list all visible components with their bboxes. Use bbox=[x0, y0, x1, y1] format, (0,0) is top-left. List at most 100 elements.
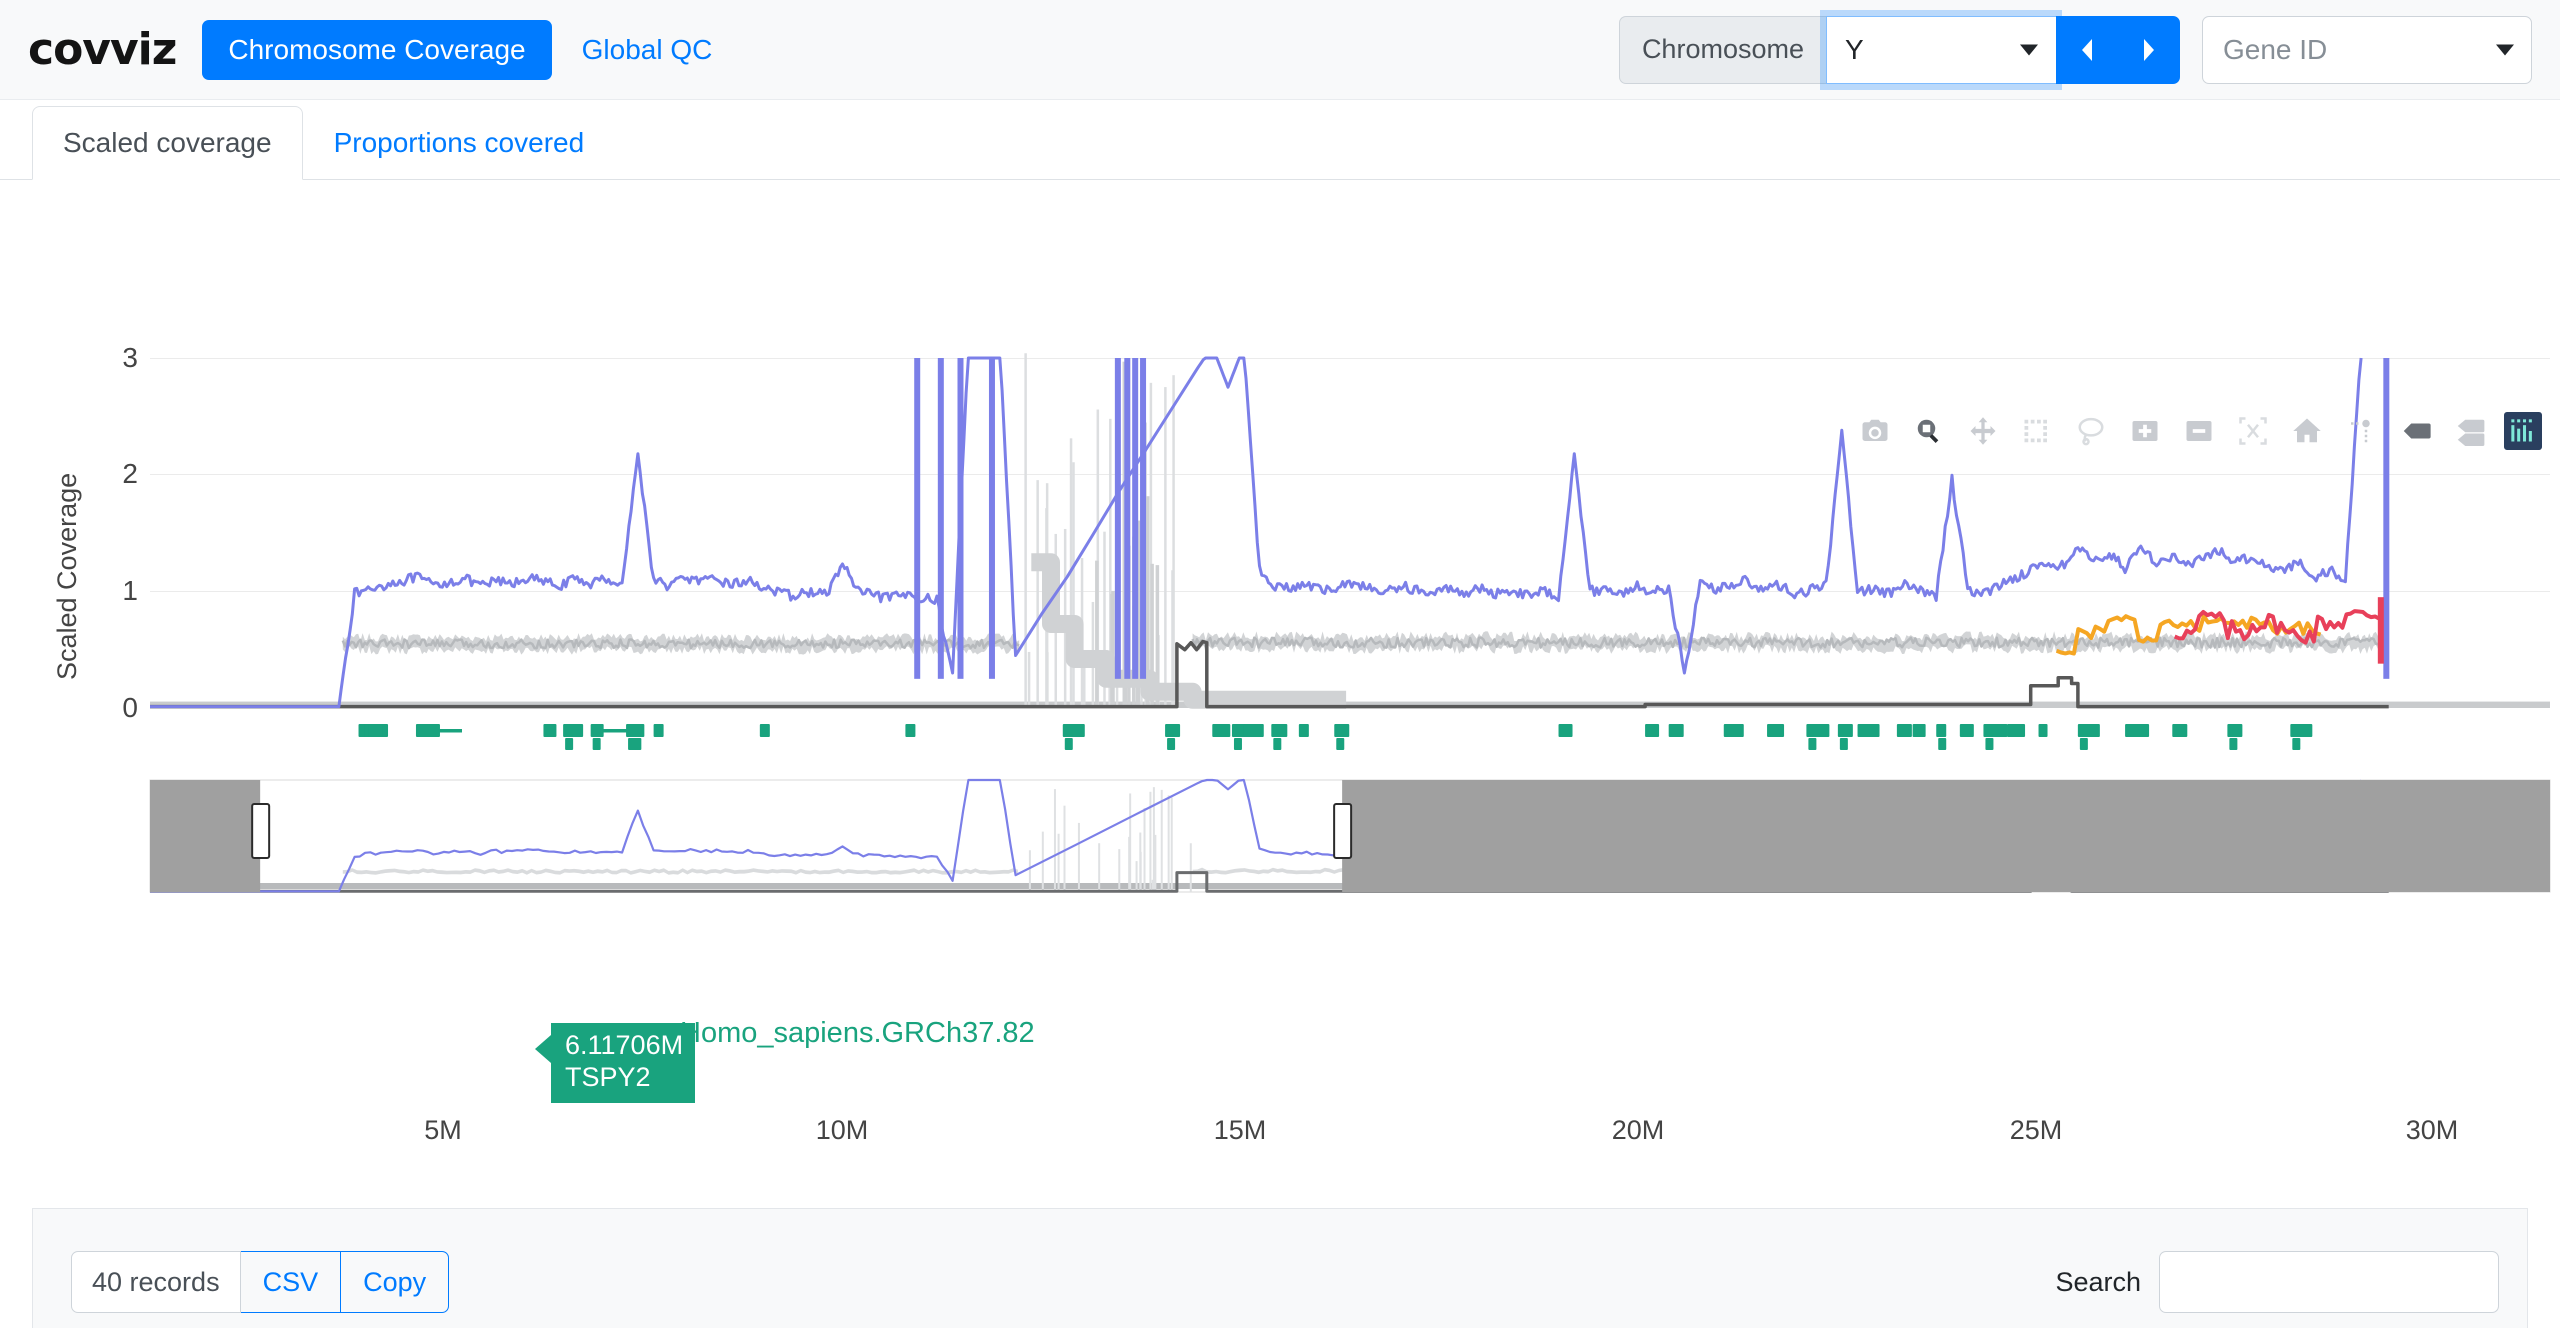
table-search-group: Search bbox=[2055, 1251, 2499, 1313]
gene-marker[interactable] bbox=[592, 738, 601, 750]
gene-marker[interactable] bbox=[2038, 724, 2048, 737]
gene-marker[interactable] bbox=[633, 738, 642, 750]
gene-marker[interactable] bbox=[1243, 724, 1264, 737]
gene-marker[interactable] bbox=[905, 724, 916, 737]
gene-marker[interactable] bbox=[368, 724, 383, 737]
chromosome-input-group: Chromosome Y bbox=[1618, 15, 2180, 84]
gene-marker[interactable] bbox=[1668, 724, 1684, 737]
rangeslider-handle-right[interactable] bbox=[1333, 803, 1353, 859]
rangeslider-mask-right[interactable] bbox=[1342, 780, 2550, 892]
next-chromosome-button[interactable] bbox=[2118, 15, 2180, 84]
rangeslider-mask-left[interactable] bbox=[150, 780, 261, 892]
gene-marker[interactable] bbox=[1167, 738, 1176, 750]
gene-marker[interactable] bbox=[2229, 738, 2238, 750]
gene-marker[interactable] bbox=[1062, 724, 1085, 737]
hover-closest-icon[interactable] bbox=[2396, 412, 2434, 450]
hover-compare-icon[interactable] bbox=[2450, 412, 2488, 450]
purple-spike bbox=[937, 358, 944, 679]
rangeslider-noise bbox=[1139, 832, 1142, 892]
autoscale-icon[interactable] bbox=[2234, 412, 2272, 450]
brand-logo[interactable]: covviz bbox=[28, 24, 177, 75]
gene-marker[interactable] bbox=[1806, 724, 1830, 737]
gene-marker[interactable] bbox=[1165, 724, 1181, 737]
gene-marker[interactable] bbox=[2290, 724, 2313, 737]
chromosome-label: Chromosome bbox=[1618, 15, 1826, 84]
table-export-button-group: 40 records CSV Copy bbox=[71, 1251, 450, 1313]
gene-marker[interactable] bbox=[1808, 738, 1817, 750]
gene-marker[interactable] bbox=[2077, 724, 2100, 737]
rangeslider-noise bbox=[1170, 797, 1173, 892]
purple-spike bbox=[1132, 358, 1139, 679]
gene-marker[interactable] bbox=[1767, 724, 1785, 737]
nav-global-qc[interactable]: Global QC bbox=[558, 20, 737, 80]
gene-marker[interactable] bbox=[2227, 724, 2243, 737]
gene-marker[interactable] bbox=[1936, 724, 1947, 737]
gene-marker[interactable] bbox=[1298, 724, 1309, 737]
box-select-icon[interactable] bbox=[2018, 412, 2056, 450]
gene-marker[interactable] bbox=[543, 724, 557, 737]
gene-marker[interactable] bbox=[653, 724, 664, 737]
export-csv-button[interactable]: CSV bbox=[240, 1251, 342, 1313]
red-end-spike bbox=[2377, 597, 2384, 664]
gene-marker[interactable] bbox=[1064, 738, 1073, 750]
copy-button[interactable]: Copy bbox=[341, 1251, 450, 1313]
gene-marker[interactable] bbox=[1273, 738, 1282, 750]
purple-spike bbox=[988, 358, 995, 679]
gene-marker[interactable] bbox=[1985, 738, 1994, 750]
previous-chromosome-button[interactable] bbox=[2056, 15, 2118, 84]
gene-marker[interactable] bbox=[2125, 724, 2150, 737]
reset-axes-home-icon[interactable] bbox=[2288, 412, 2326, 450]
gene-marker[interactable] bbox=[1212, 724, 1231, 737]
gene-marker[interactable] bbox=[1959, 724, 1974, 737]
purple-spike bbox=[957, 358, 964, 679]
gene-marker[interactable] bbox=[563, 724, 584, 737]
gene-id-select[interactable]: Gene ID bbox=[2202, 15, 2532, 84]
nav-chromosome-coverage[interactable]: Chromosome Coverage bbox=[202, 19, 552, 80]
zoom-in-icon[interactable] bbox=[2126, 412, 2164, 450]
gene-marker[interactable] bbox=[2172, 724, 2188, 737]
chromosome-select-wrap: Y bbox=[1826, 15, 2056, 84]
records-count-button[interactable]: 40 records bbox=[71, 1251, 241, 1313]
gene-marker[interactable] bbox=[1271, 724, 1288, 737]
centromere-noise-bar bbox=[1036, 480, 1039, 708]
zoom-icon[interactable] bbox=[1910, 412, 1948, 450]
gene-marker[interactable] bbox=[1723, 724, 1744, 737]
download-camera-icon[interactable] bbox=[1856, 412, 1894, 450]
gene-marker[interactable] bbox=[1938, 738, 1947, 750]
tooltip-position: 6.11706M bbox=[565, 1030, 684, 1060]
rangeslider-noise bbox=[1154, 834, 1157, 892]
gene-marker[interactable] bbox=[2079, 738, 2088, 750]
gene-marker[interactable] bbox=[1336, 738, 1345, 750]
lasso-select-icon[interactable] bbox=[2072, 412, 2110, 450]
plotly-logo-icon[interactable] bbox=[2504, 412, 2542, 450]
toggle-spike-lines-icon[interactable] bbox=[2342, 412, 2380, 450]
gene-marker[interactable] bbox=[1334, 724, 1350, 737]
search-input[interactable] bbox=[2159, 1251, 2499, 1313]
gene-marker[interactable] bbox=[565, 738, 574, 750]
gene-marker[interactable] bbox=[1896, 724, 1912, 737]
gene-marker[interactable] bbox=[1645, 724, 1660, 737]
centromere-noise-bar bbox=[1024, 353, 1027, 708]
chromosome-select[interactable]: Y bbox=[1826, 15, 2056, 84]
gene-marker[interactable] bbox=[1983, 724, 2008, 737]
zoom-out-icon[interactable] bbox=[2180, 412, 2218, 450]
rangeslider-noise bbox=[1063, 805, 1066, 892]
gene-marker[interactable] bbox=[1857, 724, 1880, 737]
gene-marker[interactable] bbox=[1558, 724, 1573, 737]
gene-marker[interactable] bbox=[1233, 738, 1242, 750]
records-table-panel: 40 records CSV Copy Search bbox=[32, 1208, 2528, 1328]
coverage-chart-svg[interactable] bbox=[0, 180, 2560, 1220]
gene-marker[interactable] bbox=[2292, 738, 2301, 750]
gene-marker[interactable] bbox=[759, 724, 770, 737]
rangeslider-noise bbox=[1077, 822, 1080, 892]
gene-marker[interactable] bbox=[1837, 724, 1853, 737]
gene-marker[interactable] bbox=[1839, 738, 1848, 750]
rangeslider-handle-left[interactable] bbox=[251, 803, 271, 859]
pan-icon[interactable] bbox=[1964, 412, 2002, 450]
gene-marker[interactable] bbox=[1912, 724, 1926, 737]
tab-scaled-coverage[interactable]: Scaled coverage bbox=[32, 106, 303, 180]
gene-marker[interactable] bbox=[631, 724, 645, 737]
gene-marker[interactable] bbox=[2007, 724, 2026, 737]
tab-proportions-covered[interactable]: Proportions covered bbox=[303, 106, 616, 180]
navbar-controls: Chromosome Y Gene ID bbox=[1618, 15, 2532, 84]
